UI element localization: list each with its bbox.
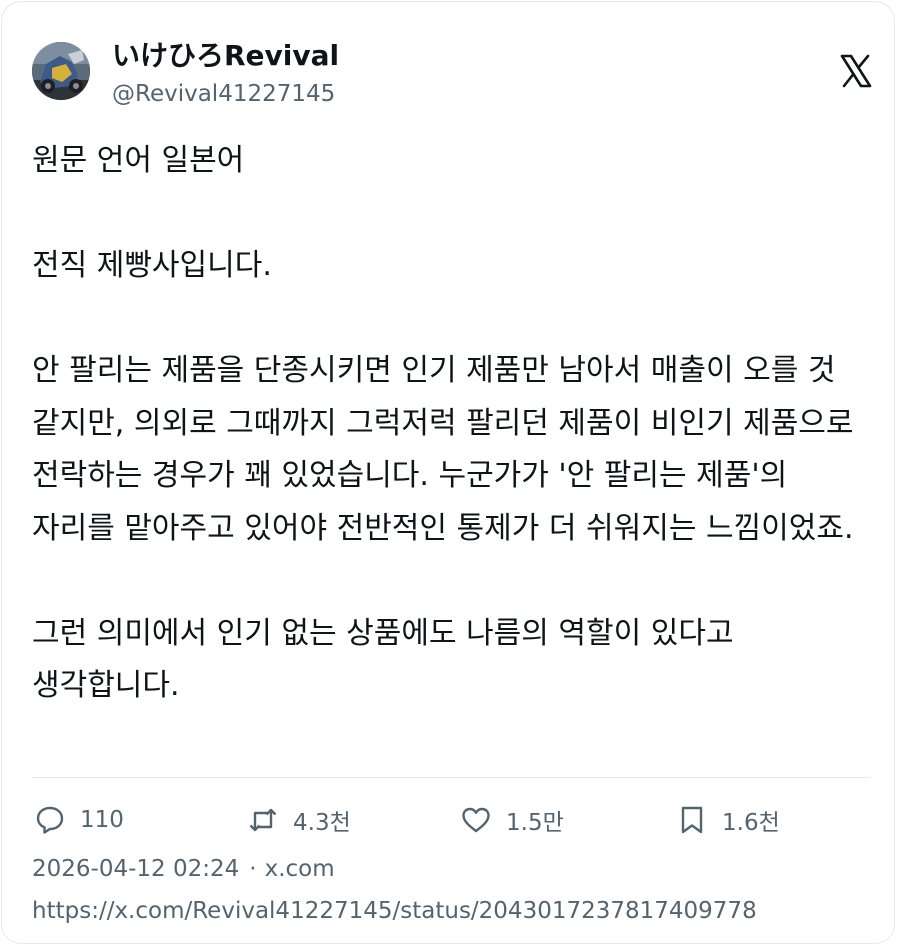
- x-logo-icon[interactable]: [840, 54, 872, 88]
- bookmark-count: 1.6천: [722, 810, 780, 836]
- reply-icon: [34, 804, 66, 836]
- repost-count: 4.3천: [293, 810, 351, 836]
- tweet-permalink[interactable]: https://x.com/Revival41227145/status/204…: [32, 894, 757, 928]
- reply-count: 110: [80, 807, 124, 833]
- bookmark-button[interactable]: 1.6천: [676, 802, 780, 838]
- tweet-text: 원문 언어 일본어 전직 제빵사입니다. 안 팔리는 제품을 단종시키면 인기 …: [32, 143, 854, 703]
- avatar[interactable]: [32, 42, 90, 100]
- timestamp[interactable]: 2026-04-12 02:24: [32, 856, 239, 882]
- like-count: 1.5만: [506, 810, 564, 836]
- meta-separator: ·: [249, 856, 257, 882]
- heart-icon: [460, 804, 492, 836]
- divider: [32, 777, 870, 778]
- repost-icon: [247, 804, 279, 836]
- like-button[interactable]: 1.5만: [460, 802, 564, 838]
- source-label: x.com: [264, 856, 335, 882]
- repost-button[interactable]: 4.3천: [247, 802, 351, 838]
- display-name[interactable]: いけひろRevival: [112, 36, 339, 76]
- user-handle[interactable]: @Revival41227145: [112, 78, 335, 110]
- tweet-card: いけひろRevival @Revival41227145 원문 언어 일본어 전…: [1, 1, 895, 944]
- bookmark-icon: [676, 804, 708, 836]
- tweet-meta: 2026-04-12 02:24 · x.com: [32, 852, 335, 886]
- reply-button[interactable]: 110: [34, 802, 124, 838]
